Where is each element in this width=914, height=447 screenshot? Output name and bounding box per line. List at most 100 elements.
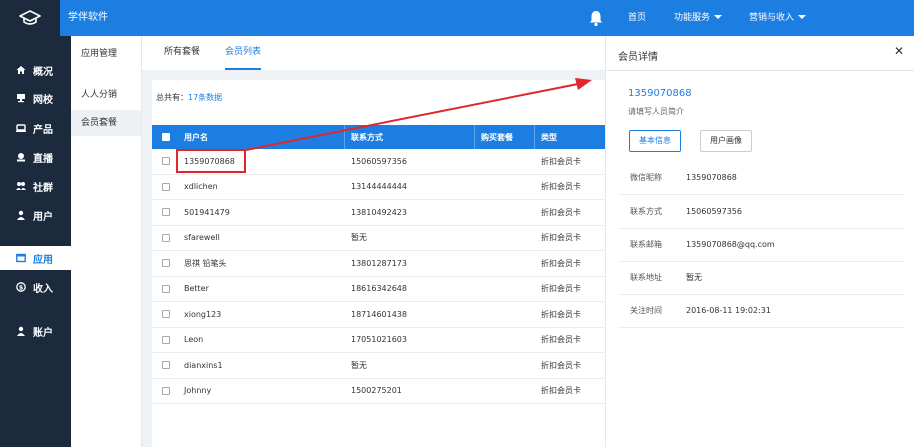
sidebar-item-overview[interactable]: 概况 — [0, 58, 71, 82]
info-label: 联系邮箱 — [630, 240, 662, 249]
tab-member-list[interactable]: 会员列表 — [225, 36, 262, 70]
sidebar-item-app[interactable]: 应用 — [0, 246, 71, 270]
sidebar-item-label: 直播 — [33, 153, 53, 165]
sidebar-item-label: 概况 — [33, 66, 53, 78]
nav-marketing-menu[interactable]: 营销与收入 — [749, 0, 807, 36]
info-value: 1359070868@qq.com — [686, 240, 775, 249]
info-value: 2016-08-11 19:02:31 — [686, 306, 771, 315]
row-checkbox[interactable] — [162, 361, 170, 370]
cell-contact: 17051021603 — [351, 335, 407, 345]
nav-service-menu[interactable]: 功能服务 — [674, 0, 723, 36]
close-icon[interactable]: ✕ — [894, 44, 904, 58]
info-row-address: 联系地址 暂无 — [618, 261, 904, 295]
bell-icon[interactable] — [588, 9, 604, 27]
total-count-value: 17条数据 — [188, 93, 223, 102]
info-label: 联系地址 — [630, 273, 662, 282]
tab-all-packages[interactable]: 所有套餐 — [164, 36, 200, 70]
table-row[interactable]: 501941479 13810492423 折扣会员卡 — [152, 200, 605, 226]
info-label: 关注时间 — [630, 306, 662, 315]
cell-contact: 13810492423 — [351, 207, 407, 217]
table-row[interactable]: dianxins1 暂无 折扣会员卡 — [152, 353, 605, 379]
basic-info-button[interactable]: 基本信息 — [629, 130, 681, 152]
sidebar-item-label: 账户 — [33, 327, 53, 339]
row-checkbox[interactable] — [162, 157, 170, 166]
logo[interactable] — [0, 0, 60, 36]
nav-service-label: 功能服务 — [674, 13, 711, 23]
table-row[interactable]: Johnny 1500275201 折扣会员卡 — [152, 378, 605, 404]
sidebar-item-user[interactable]: 用户 — [0, 203, 71, 227]
table-row[interactable]: sfarewell 暂无 折扣会员卡 — [152, 225, 605, 251]
info-value: 1359070868 — [686, 173, 737, 182]
cell-type: 折扣会员卡 — [541, 284, 581, 294]
sidebar-item-live[interactable]: 直播 — [0, 145, 71, 169]
row-checkbox[interactable] — [162, 233, 170, 242]
home-icon — [16, 65, 26, 75]
row-checkbox[interactable] — [162, 284, 170, 293]
school-icon — [16, 93, 26, 103]
tab-bar: 所有套餐 会员列表 — [142, 36, 605, 70]
cell-contact: 暂无 — [351, 233, 367, 243]
cell-contact: 13144444444 — [351, 182, 407, 192]
sidebar-item-school[interactable]: 网校 — [0, 86, 71, 110]
row-checkbox[interactable] — [162, 182, 170, 191]
subnav-item-membership[interactable]: 会员套餐 — [71, 110, 141, 136]
svg-text:$: $ — [19, 284, 24, 292]
top-bar: 学伴软件 首页 功能服务 营销与收入 — [0, 0, 914, 36]
sidebar-item-label: 用户 — [33, 211, 53, 223]
sidebar-item-label: 产品 — [33, 124, 53, 136]
subnav-title: 应用管理 — [81, 49, 118, 59]
cell-username: Better — [184, 284, 209, 294]
table-header: 用户名 联系方式 购买套餐 类型 — [152, 125, 605, 149]
cell-contact: 18714601438 — [351, 309, 407, 319]
sub-nav: 应用管理 人人分销 会员套餐 — [71, 36, 142, 447]
table-row[interactable]: xdlichen 13144444444 折扣会员卡 — [152, 174, 605, 200]
row-checkbox[interactable] — [162, 259, 170, 268]
info-value: 15060597356 — [686, 207, 742, 216]
sidebar-item-label: 网校 — [33, 94, 53, 106]
header-contact: 联系方式 — [351, 132, 383, 142]
cell-username: dianxins1 — [184, 360, 223, 370]
sidebar-item-product[interactable]: 产品 — [0, 116, 71, 140]
nav-home[interactable]: 首页 — [628, 0, 646, 36]
table-row[interactable]: 思祺 铅笔头 13801287173 折扣会员卡 — [152, 251, 605, 277]
sidebar-item-income[interactable]: $ 收入 — [0, 275, 71, 299]
cell-username: 501941479 — [184, 207, 230, 217]
cell-contact: 18616342648 — [351, 284, 407, 294]
nav-marketing-label: 营销与收入 — [749, 13, 795, 23]
select-all-checkbox[interactable] — [162, 133, 170, 141]
cell-type: 折扣会员卡 — [541, 335, 581, 345]
row-checkbox[interactable] — [162, 386, 170, 395]
row-checkbox[interactable] — [162, 310, 170, 319]
cell-username: 思祺 铅笔头 — [184, 258, 227, 268]
cell-type: 折扣会员卡 — [541, 309, 581, 319]
member-detail-panel: 会员详情 ✕ 1359070868 请填写人员简介 基本信息 用户画像 微信昵称… — [605, 36, 914, 447]
cell-type: 折扣会员卡 — [541, 182, 581, 192]
user-profile-button[interactable]: 用户画像 — [700, 130, 752, 152]
table-row[interactable]: xiong123 18714601438 折扣会员卡 — [152, 302, 605, 328]
cell-contact: 暂无 — [351, 360, 367, 370]
user-icon — [16, 210, 26, 220]
total-count: 总共有：17条数据 — [156, 92, 222, 103]
member-name[interactable]: 1359070868 — [628, 88, 692, 99]
subnav-item-distribution[interactable]: 人人分销 — [71, 82, 141, 108]
cell-contact: 13801287173 — [351, 258, 407, 268]
sidebar-item-account[interactable]: 账户 — [0, 319, 71, 343]
member-intro: 请填写人员简介 — [628, 107, 684, 116]
sidebar-item-label: 收入 — [33, 283, 53, 295]
cell-type: 折扣会员卡 — [541, 233, 581, 243]
chevron-down-icon — [714, 15, 723, 19]
main-content: 所有套餐 会员列表 总共有：17条数据 用户名 联系方式 购买套餐 类型 135… — [142, 36, 605, 447]
total-prefix: 总共有： — [156, 93, 188, 102]
row-checkbox[interactable] — [162, 208, 170, 217]
table-row[interactable]: Better 18616342648 折扣会员卡 — [152, 276, 605, 302]
cell-username: Johnny — [184, 386, 212, 396]
account-icon — [16, 326, 26, 336]
sidebar-item-community[interactable]: 社群 — [0, 174, 71, 198]
row-checkbox[interactable] — [162, 335, 170, 344]
info-row-wechat: 微信昵称 1359070868 — [618, 161, 904, 195]
product-icon — [16, 123, 26, 133]
info-label: 联系方式 — [630, 207, 662, 216]
info-label: 微信昵称 — [630, 173, 662, 182]
chevron-down-icon — [798, 15, 807, 19]
table-row[interactable]: Leon 17051021603 折扣会员卡 — [152, 327, 605, 353]
